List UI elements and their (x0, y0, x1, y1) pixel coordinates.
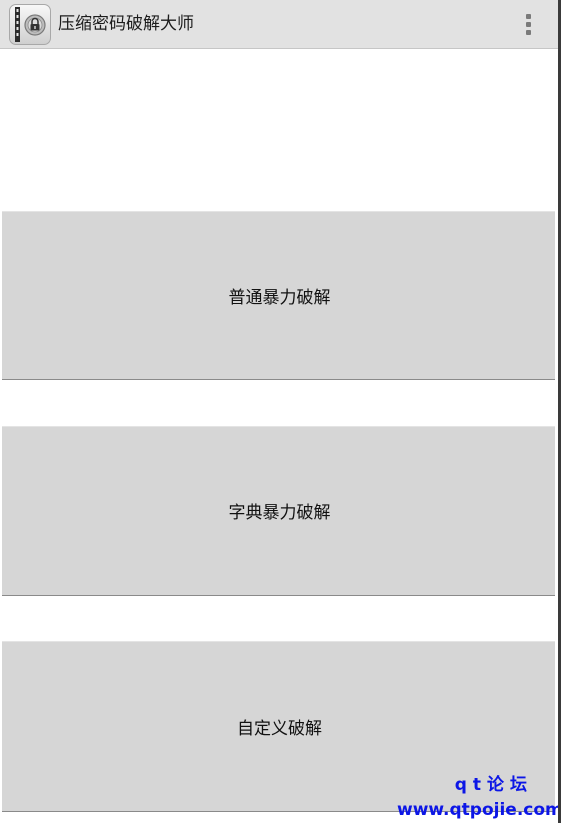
action-bar: 压缩密码破解大师 (0, 0, 558, 49)
dictionary-brute-force-label: 字典暴力破解 (228, 503, 331, 523)
normal-brute-force-button[interactable]: 普通暴力破解 (2, 211, 555, 380)
archive-lock-icon[interactable] (9, 4, 51, 45)
custom-crack-label: 自定义破解 (237, 718, 322, 739)
overflow-menu-icon[interactable] (515, 9, 543, 41)
watermark: qt论坛 www.qtpojie.com (397, 772, 561, 822)
watermark-forum-name: qt论坛 (454, 775, 533, 795)
app-title: 压缩密码破解大师 (58, 14, 194, 34)
app-screen: 压缩密码破解大师 普通暴力破解 字典暴力破解 自定义破解 qt论坛 www.qt… (0, 0, 561, 823)
dictionary-brute-force-button[interactable]: 字典暴力破解 (2, 426, 555, 596)
watermark-url: www.qtpojie.com (397, 800, 561, 820)
normal-brute-force-label: 普通暴力破解 (228, 287, 331, 308)
